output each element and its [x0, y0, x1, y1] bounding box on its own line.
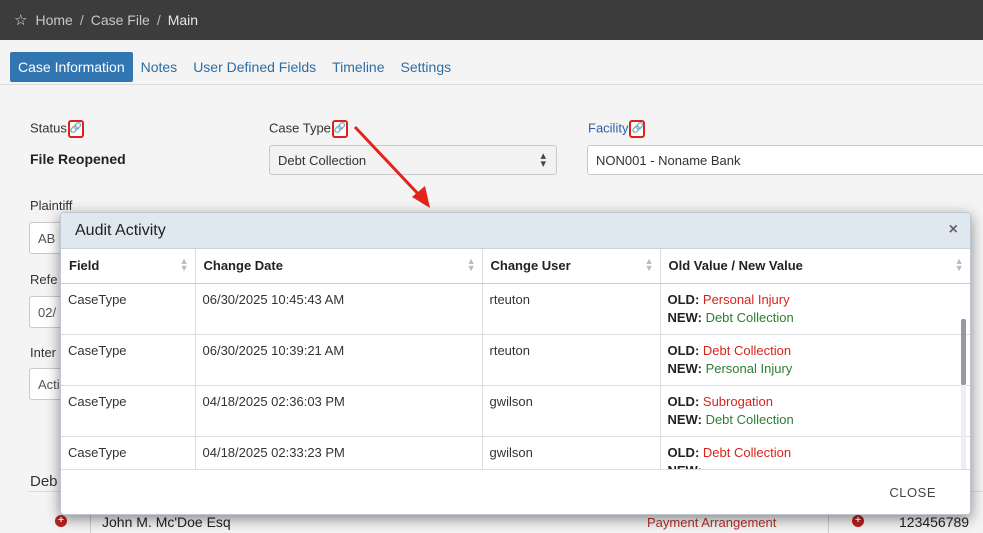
table-row: CaseType 06/30/2025 10:45:43 AM rteuton …: [61, 283, 970, 335]
audit-grid: Field ▲ ▼ Change Date ▲ ▼ Change User ▲ ▼ Old …: [61, 249, 970, 469]
breadcrumb-separator: /: [156, 12, 161, 28]
new-label: NEW:: [667, 360, 702, 376]
new-label: NEW:: [667, 411, 702, 427]
cell-old-new: OLD: Debt Collection NEW: Personal Injur…: [660, 334, 970, 386]
table-row: CaseType 06/30/2025 10:39:21 AM rteuton …: [61, 334, 970, 386]
cell-field: CaseType: [61, 334, 196, 386]
cell-old-new: OLD: Subrogation NEW: Debt Collection: [660, 385, 970, 437]
old-label: OLD:: [667, 342, 700, 358]
column-header-field[interactable]: Field ▲ ▼: [61, 249, 196, 284]
column-header-label: Change Date: [203, 258, 283, 274]
debtor-section-label: Deb: [30, 473, 58, 490]
new-value: Personal Injury: [705, 360, 793, 376]
status-value: File Reopened: [30, 151, 126, 167]
top-bar: ☆ Home / Case File / Main: [0, 0, 983, 40]
cell-change-date: 04/18/2025 02:33:23 PM: [195, 436, 483, 469]
cell-field: CaseType: [61, 436, 196, 469]
status-label-text: Status: [30, 120, 67, 136]
breadcrumb-home[interactable]: Home: [35, 12, 72, 28]
facility-input[interactable]: NON001 - Noname Bank: [587, 145, 983, 175]
debtor-number: 123456789: [899, 514, 970, 530]
star-icon[interactable]: ☆: [14, 11, 27, 29]
scrollbar-thumb[interactable]: [961, 319, 966, 385]
column-header-change-date[interactable]: Change Date ▲ ▼: [195, 249, 483, 284]
modal-title: Audit Activity: [75, 222, 166, 239]
new-value: Debt Collection: [705, 411, 794, 427]
cell-old-new: OLD: Personal Injury NEW: Debt Collectio…: [660, 283, 970, 335]
breadcrumb-case-file[interactable]: Case File: [91, 12, 150, 28]
modal-header: Audit Activity ×: [61, 213, 970, 249]
close-icon[interactable]: ×: [949, 221, 958, 239]
audit-table: Field ▲ ▼ Change Date ▲ ▼ Change User ▲ ▼ Old …: [61, 249, 970, 469]
link-icon[interactable]: 🔗: [629, 120, 646, 138]
new-value: Debt Collection: [705, 309, 794, 325]
old-value: Debt Collection: [702, 444, 792, 460]
table-header-row: Field ▲ ▼ Change Date ▲ ▼ Change User ▲ ▼ Old …: [61, 249, 970, 284]
old-value: Debt Collection: [702, 342, 792, 358]
cell-field: CaseType: [61, 283, 196, 335]
plus-circle-icon[interactable]: +: [55, 515, 67, 527]
column-header-old-new-value[interactable]: Old Value / New Value ▲ ▼: [660, 249, 970, 284]
case-type-label-text: Case Type: [269, 120, 331, 136]
facility-input-value: NON001 - Noname Bank: [596, 153, 741, 168]
facility-label-text: Facility: [588, 120, 629, 136]
tab-settings[interactable]: Settings: [393, 52, 460, 82]
reference-label: Refe: [30, 272, 58, 287]
debtor-name: John M. Mc'Doe Esq: [102, 514, 231, 530]
cell-change-date: 06/30/2025 10:45:43 AM: [195, 283, 483, 335]
tab-notes[interactable]: Notes: [133, 52, 186, 82]
breadcrumb-separator: /: [79, 12, 84, 28]
case-type-select-value: Debt Collection: [278, 153, 367, 168]
table-row: CaseType 04/18/2025 02:33:23 PM gwilson …: [61, 436, 970, 469]
cell-change-date: 04/18/2025 02:36:03 PM: [195, 385, 483, 437]
inter-label: Inter: [30, 345, 57, 360]
cell-change-user: rteuton: [482, 334, 661, 386]
breadcrumb-main: Main: [167, 12, 199, 28]
column-header-change-user[interactable]: Change User ▲ ▼: [482, 249, 661, 284]
column-header-label: Field: [69, 258, 100, 274]
plus-circle-icon[interactable]: +: [852, 515, 864, 527]
close-button[interactable]: CLOSE: [889, 485, 936, 500]
sort-icon[interactable]: ▲ ▼: [180, 257, 189, 273]
old-label: OLD:: [667, 291, 700, 307]
column-header-label: Old Value / New Value: [668, 258, 803, 274]
tab-bar: Case Information Notes User Defined Fiel…: [10, 52, 459, 82]
case-type-select[interactable]: Debt Collection ▴ ▾: [269, 145, 557, 175]
sort-icon[interactable]: ▲ ▼: [645, 257, 654, 273]
old-label: OLD:: [667, 444, 700, 460]
cell-change-user: gwilson: [482, 436, 661, 469]
link-icon[interactable]: 🔗: [331, 120, 348, 138]
sort-icon[interactable]: ▲ ▼: [467, 257, 476, 273]
cell-old-new: OLD: Debt Collection NEW:: [660, 436, 970, 469]
facility-label: Facility 🔗: [588, 120, 646, 138]
chevron-up-down-icon: ▴ ▾: [540, 150, 546, 170]
tab-user-defined-fields[interactable]: User Defined Fields: [185, 52, 324, 82]
audit-activity-modal: Audit Activity × Field ▲ ▼ Change Date ▲ ▼ C…: [60, 212, 971, 515]
sort-icon[interactable]: ▲ ▼: [955, 257, 964, 273]
status-label: Status 🔗: [30, 120, 84, 138]
case-type-label: Case Type 🔗: [269, 120, 348, 138]
cell-field: CaseType: [61, 385, 196, 437]
old-value: Subrogation: [702, 393, 774, 409]
old-label: OLD:: [667, 393, 700, 409]
tab-divider: [0, 84, 983, 85]
link-icon[interactable]: 🔗: [67, 120, 84, 138]
modal-footer: CLOSE: [61, 469, 970, 515]
table-row: CaseType 04/18/2025 02:36:03 PM gwilson …: [61, 385, 970, 437]
new-label: NEW:: [667, 309, 702, 325]
tab-case-information[interactable]: Case Information: [10, 52, 133, 82]
grid-scrollbar[interactable]: [961, 319, 966, 469]
tab-timeline[interactable]: Timeline: [324, 52, 392, 82]
cell-change-user: rteuton: [482, 283, 661, 335]
cell-change-user: gwilson: [482, 385, 661, 437]
cell-change-date: 06/30/2025 10:39:21 AM: [195, 334, 483, 386]
plaintiff-label: Plaintiff: [30, 198, 73, 213]
column-header-label: Change User: [490, 258, 571, 274]
old-value: Personal Injury: [702, 291, 790, 307]
debtor-status: Payment Arrangement: [647, 515, 777, 530]
